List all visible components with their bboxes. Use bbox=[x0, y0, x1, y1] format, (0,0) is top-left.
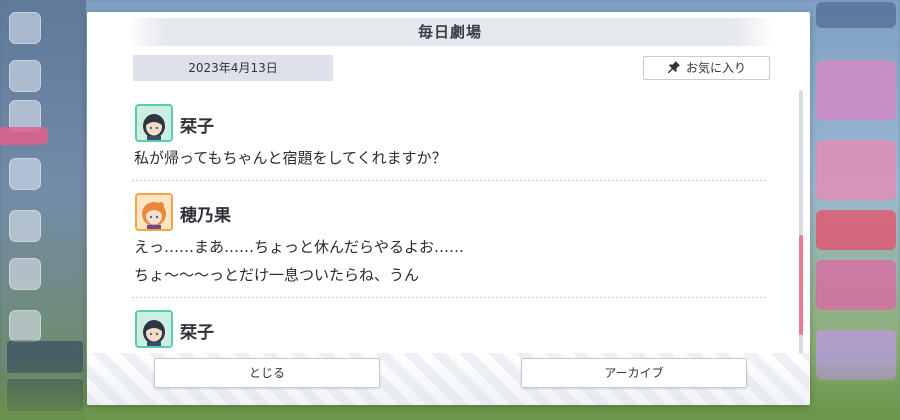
bg-block bbox=[816, 210, 896, 250]
speaker-name: 栞子 bbox=[180, 323, 214, 343]
dialogue-entry: 穂乃果 えっ……まあ……ちょっと休んだらやるよお…… ちょ～～～っとだけ一息つい… bbox=[132, 189, 767, 298]
gift-icon bbox=[9, 158, 41, 190]
speaker-name: 栞子 bbox=[180, 117, 214, 137]
speaker-name: 穂乃果 bbox=[180, 206, 231, 226]
scrollbar[interactable] bbox=[799, 90, 803, 362]
archive-button[interactable]: アーカイブ bbox=[521, 358, 747, 388]
bg-block bbox=[816, 2, 896, 28]
date-label: 2023年4月13日 bbox=[133, 55, 333, 81]
event-badge bbox=[0, 127, 48, 145]
background-left-menu bbox=[0, 0, 86, 420]
dialogue-line: えっ……まあ……ちょっと休んだらやるよお…… bbox=[134, 238, 465, 256]
bg-block bbox=[816, 140, 896, 200]
close-button[interactable]: とじる bbox=[154, 358, 380, 388]
divider bbox=[132, 297, 767, 298]
avatar-honoka bbox=[135, 193, 173, 231]
expand-icon bbox=[9, 310, 41, 342]
conversation-feed[interactable]: 栞子 私が帰ってもちゃんと宿題をしてくれますか？ 穂乃果 えっ……まあ……ちょっ… bbox=[132, 100, 767, 362]
divider bbox=[132, 180, 767, 181]
bg-block bbox=[816, 260, 896, 310]
scrollbar-thumb[interactable] bbox=[799, 235, 803, 335]
screen-icon bbox=[9, 210, 41, 242]
avatar-shioriko bbox=[135, 104, 173, 142]
info-icon bbox=[9, 60, 41, 92]
speaker-header: 栞子 bbox=[132, 100, 767, 144]
dialogue-entry: 栞子 bbox=[132, 306, 767, 350]
bg-block bbox=[816, 60, 896, 120]
pin-icon bbox=[667, 59, 681, 81]
dialog-title: 毎日劇場 bbox=[417, 23, 482, 41]
menu-icon bbox=[9, 12, 41, 44]
favorite-button[interactable]: お気に入り bbox=[643, 56, 770, 80]
avatar-shioriko bbox=[135, 310, 173, 348]
speaker-header: 穂乃果 bbox=[132, 189, 767, 233]
dialogue-line: ちょ～～～っとだけ一息ついたらね、うん bbox=[134, 266, 420, 284]
favorite-button-label: お気に入り bbox=[685, 61, 746, 75]
daily-theater-dialog: 毎日劇場 2023年4月13日 お気に入り 栞子 私が帰ってもちゃんと宿題をして… bbox=[87, 12, 810, 405]
trophy-icon bbox=[9, 258, 41, 290]
dialogue-line: 私が帰ってもちゃんと宿題をしてくれますか？ bbox=[134, 149, 447, 167]
dialogue-entry: 栞子 私が帰ってもちゃんと宿題をしてくれますか？ bbox=[132, 100, 767, 181]
speaker-header: 栞子 bbox=[132, 306, 767, 350]
background-right-menu bbox=[808, 0, 900, 420]
title-bar: 毎日劇場 bbox=[127, 18, 773, 46]
